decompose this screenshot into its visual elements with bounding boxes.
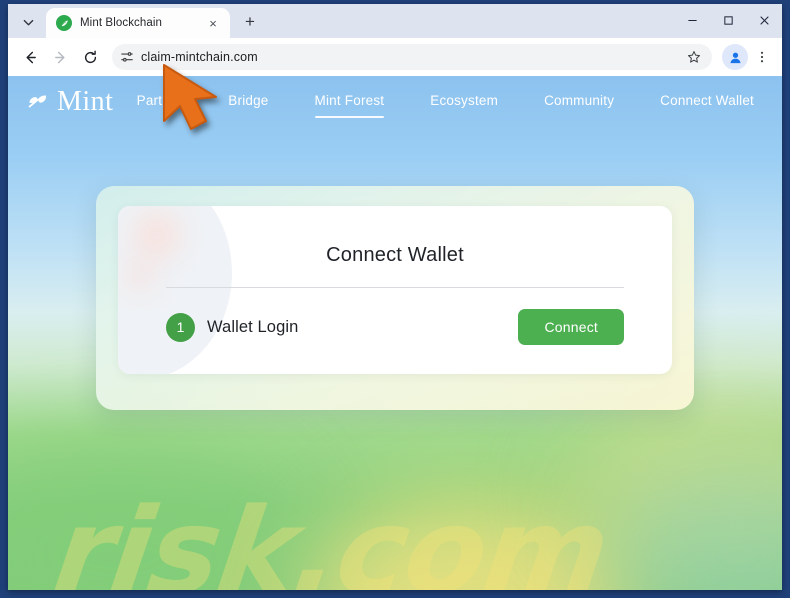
url-text: claim-mintchain.com <box>141 50 258 64</box>
new-tab-button[interactable]: + <box>236 8 264 36</box>
tab-search-chevron-down-icon[interactable] <box>12 8 44 36</box>
window-controls <box>674 4 782 36</box>
background-blob-green <box>8 446 288 590</box>
tune-sliders-icon[interactable] <box>120 50 134 64</box>
nav-item-ecosystem[interactable]: Ecosystem <box>430 93 498 111</box>
nav-item-mint-forest[interactable]: Mint Forest <box>314 93 385 118</box>
watermark-secondary: risk.com <box>46 482 616 590</box>
background-blob-yellow <box>308 496 638 590</box>
connect-button[interactable]: Connect <box>518 309 624 345</box>
address-bar[interactable]: claim-mintchain.com <box>112 44 712 70</box>
connect-wallet-outer-card: Connect Wallet 1 Wallet Login Connect <box>96 186 694 410</box>
tab-title: Mint Blockchain <box>80 17 163 29</box>
connect-wallet-card: Connect Wallet 1 Wallet Login Connect <box>118 206 672 374</box>
browser-tab[interactable]: Mint Blockchain × <box>46 8 230 38</box>
brand-logo[interactable]: Mint <box>26 88 113 117</box>
window-close-button[interactable] <box>746 4 782 36</box>
step-number-badge: 1 <box>166 312 195 342</box>
wallet-login-row: 1 Wallet Login Connect <box>166 309 624 345</box>
back-button[interactable] <box>16 43 44 71</box>
screenshot-frame: Mint Blockchain × + claim-mintchain.com … <box>0 0 790 598</box>
nav-item-bridge[interactable]: Bridge <box>228 93 268 111</box>
background-blob-yellow-2 <box>568 406 782 576</box>
three-dot-menu-icon[interactable] <box>750 44 774 70</box>
brand-name: Mint <box>57 86 114 117</box>
nav-item-community[interactable]: Community <box>544 93 614 111</box>
nav-item-connect-wallet[interactable]: Connect Wallet <box>660 93 754 111</box>
mint-leaf-logo <box>26 88 50 117</box>
browser-window: Mint Blockchain × + claim-mintchain.com … <box>8 4 782 590</box>
card-divider <box>166 287 624 288</box>
forward-button[interactable] <box>46 43 74 71</box>
card-decor-arc <box>118 206 232 374</box>
site-nav: Partner Bridge Mint Forest Ecosystem Com… <box>113 93 758 118</box>
window-maximize-button[interactable] <box>710 4 746 36</box>
wallet-login-label: Wallet Login <box>207 317 299 336</box>
reload-button[interactable] <box>76 43 104 71</box>
profile-avatar-icon[interactable] <box>722 44 748 70</box>
browser-toolbar: claim-mintchain.com <box>8 38 782 76</box>
site-header: Mint Partner Bridge Mint Forest Ecosyste… <box>8 76 782 128</box>
bookmark-star-icon[interactable] <box>682 45 706 69</box>
background-blob-teal <box>608 456 782 590</box>
window-minimize-button[interactable] <box>674 4 710 36</box>
tab-close-icon[interactable]: × <box>204 14 222 32</box>
mint-leaf-favicon <box>56 15 72 31</box>
nav-item-partner[interactable]: Partner <box>137 93 183 111</box>
page-viewport: PC risk.com Mint Partner Bridge Mint For… <box>8 76 782 590</box>
card-title: Connect Wallet <box>326 244 464 266</box>
browser-tab-strip: Mint Blockchain × + <box>8 4 782 38</box>
